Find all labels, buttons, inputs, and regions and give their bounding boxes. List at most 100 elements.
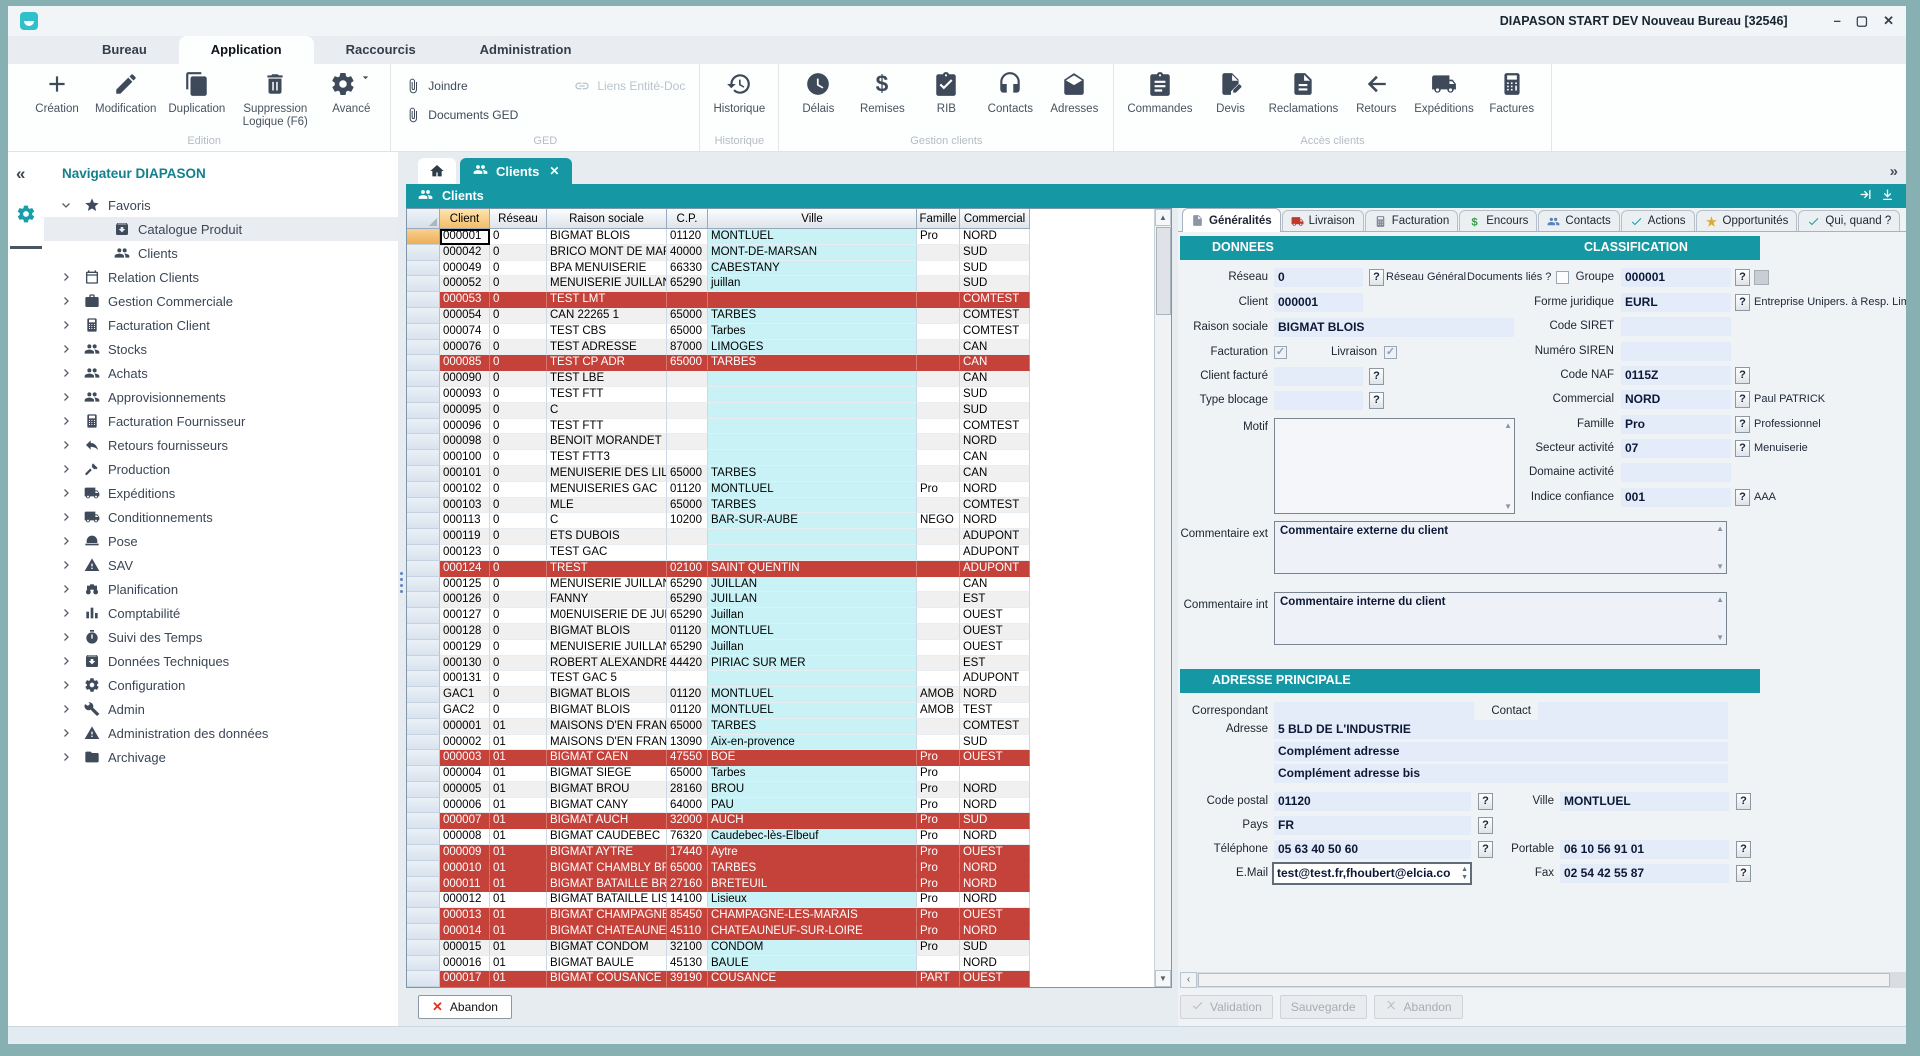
cell-commercial[interactable]: COMTEST	[960, 419, 1030, 435]
cell-famille[interactable]	[917, 656, 960, 672]
cell-raison-sociale[interactable]: TEST CP ADR	[547, 355, 667, 371]
maximize-button[interactable]: ▢	[1856, 14, 1868, 28]
cell-raison-sociale[interactable]: BIGMAT BLOIS	[547, 703, 667, 719]
cell-famille[interactable]	[917, 292, 960, 308]
table-row[interactable]: 0000540CAN 22265 165000TARBESCOMTEST	[407, 308, 1031, 324]
checkbox[interactable]: ✓	[1384, 346, 1397, 359]
row-selector[interactable]	[407, 450, 440, 466]
field-input[interactable]: 0115Z	[1621, 366, 1731, 385]
table-row[interactable]: GAC10BIGMAT BLOIS01120MONTLUELAMOBNORD	[407, 687, 1031, 703]
scrollbar-thumb[interactable]	[1156, 227, 1171, 315]
cell-ville[interactable]	[708, 434, 917, 450]
help-button[interactable]: ?	[1736, 841, 1751, 858]
cell-raison-sociale[interactable]: TEST CBS	[547, 324, 667, 340]
cell-commercial[interactable]: NORD	[960, 892, 1030, 908]
help-button[interactable]: ?	[1736, 793, 1751, 810]
cell-commercial[interactable]: NORD	[960, 924, 1030, 940]
cell-ville[interactable]: BAULE	[708, 956, 917, 972]
row-selector[interactable]	[407, 276, 440, 292]
field-input[interactable]: EURL	[1621, 293, 1731, 312]
cell-reseau[interactable]: 0	[490, 403, 547, 419]
cell-famille[interactable]	[917, 434, 960, 450]
cell-client[interactable]: 000017	[440, 971, 490, 987]
ribbon-button-remises[interactable]: $Remises	[851, 66, 913, 116]
row-selector[interactable]	[407, 387, 440, 403]
column-header-ville[interactable]: Ville	[708, 209, 917, 229]
table-row[interactable]: 00000601BIGMAT CANY64000PAUProNORD	[407, 798, 1031, 814]
table-row[interactable]: 00001601BIGMAT BAULE45130BAULENORD	[407, 956, 1031, 972]
field-input[interactable]	[1538, 702, 1728, 721]
cell-client[interactable]: 000125	[440, 577, 490, 593]
table-row[interactable]: 0001300ROBERT ALEXANDRE EN44420PIRIAC SU…	[407, 656, 1031, 672]
cell-raison-sociale[interactable]: TEST LBE	[547, 371, 667, 387]
cell-c-p[interactable]: 65000	[667, 766, 708, 782]
cell-ville[interactable]: MONTLUEL	[708, 482, 917, 498]
cell-reseau[interactable]: 01	[490, 924, 547, 940]
cell-famille[interactable]	[917, 308, 960, 324]
cell-famille[interactable]	[917, 261, 960, 277]
sidebar-item-favoris[interactable]: Favoris	[44, 193, 398, 217]
cell-reseau[interactable]: 01	[490, 813, 547, 829]
cell-client[interactable]: 000095	[440, 403, 490, 419]
cell-raison-sociale[interactable]: TEST GAC	[547, 545, 667, 561]
scroll-down-icon[interactable]: ▼	[1155, 970, 1171, 987]
sidebar-item-configuration[interactable]: Configuration	[44, 673, 398, 697]
cell-c-p[interactable]: 01120	[667, 624, 708, 640]
cell-famille[interactable]	[917, 340, 960, 356]
cell-client[interactable]: 000009	[440, 845, 490, 861]
sidebar-item-archivage[interactable]: Archivage	[44, 745, 398, 769]
ribbon-button-creation[interactable]: Création	[26, 66, 88, 116]
cell-ville[interactable]: BROU	[708, 782, 917, 798]
cell-reseau[interactable]: 0	[490, 513, 547, 529]
cell-famille[interactable]	[917, 276, 960, 292]
cell-famille[interactable]: AMOB	[917, 703, 960, 719]
field-input[interactable]: MONTLUEL	[1560, 792, 1729, 811]
address-line[interactable]: 5 BLD DE L'INDUSTRIE	[1274, 720, 1728, 739]
cell-commercial[interactable]: CAN	[960, 466, 1030, 482]
sidebar-item-planification[interactable]: Planification	[44, 577, 398, 601]
cell-c-p[interactable]: 64000	[667, 798, 708, 814]
cell-reseau[interactable]: 01	[490, 971, 547, 987]
cell-ville[interactable]	[708, 450, 917, 466]
cell-famille[interactable]	[917, 608, 960, 624]
table-row[interactable]: 0000930TEST FTTSUD	[407, 387, 1031, 403]
row-selector[interactable]	[407, 750, 440, 766]
abandon-button[interactable]: ✕ Abandon	[418, 995, 512, 1019]
cell-client[interactable]: 000008	[440, 829, 490, 845]
cell-reseau[interactable]: 01	[490, 735, 547, 751]
cell-client[interactable]: 000015	[440, 940, 490, 956]
cell-reseau[interactable]: 0	[490, 371, 547, 387]
cell-ville[interactable]: BAR-SUR-AUBE	[708, 513, 917, 529]
table-row[interactable]: 0000420BRICO MONT DE MARSA40000MONT-DE-M…	[407, 245, 1031, 261]
cell-ville[interactable]: PAU	[708, 798, 917, 814]
cell-reseau[interactable]: 0	[490, 387, 547, 403]
row-selector[interactable]	[407, 482, 440, 498]
cell-client[interactable]: 000128	[440, 624, 490, 640]
cell-c-p[interactable]: 65290	[667, 640, 708, 656]
cell-famille[interactable]: Pro	[917, 782, 960, 798]
cell-commercial[interactable]: NORD	[960, 513, 1030, 529]
cell-client[interactable]: 000093	[440, 387, 490, 403]
column-header-c-p[interactable]: C.P.	[667, 209, 708, 229]
field-input[interactable]	[1274, 391, 1363, 410]
field-input[interactable]	[1274, 367, 1363, 386]
cell-ville[interactable]	[708, 387, 917, 403]
cell-famille[interactable]: Pro	[917, 924, 960, 940]
cell-reseau[interactable]: 0	[490, 419, 547, 435]
cell-commercial[interactable]: ADUPONT	[960, 561, 1030, 577]
cell-reseau[interactable]: 0	[490, 355, 547, 371]
sidebar-item-comptabilite[interactable]: Comptabilité	[44, 601, 398, 625]
cell-reseau[interactable]: 01	[490, 782, 547, 798]
cell-client[interactable]: 000074	[440, 324, 490, 340]
help-button[interactable]: ?	[1369, 269, 1384, 286]
cell-ville[interactable]: TARBES	[708, 308, 917, 324]
column-header-reseau[interactable]: Réseau	[490, 209, 547, 229]
cell-ville[interactable]: TARBES	[708, 355, 917, 371]
field-input[interactable]: 000001	[1621, 268, 1731, 287]
cell-c-p[interactable]: 45110	[667, 924, 708, 940]
cell-famille[interactable]	[917, 624, 960, 640]
detail-tab-livraison[interactable]: Livraison	[1282, 210, 1364, 231]
cell-client[interactable]: 000113	[440, 513, 490, 529]
cell-client[interactable]: 000129	[440, 640, 490, 656]
ribbon-button-retours[interactable]: Retours	[1345, 66, 1407, 116]
